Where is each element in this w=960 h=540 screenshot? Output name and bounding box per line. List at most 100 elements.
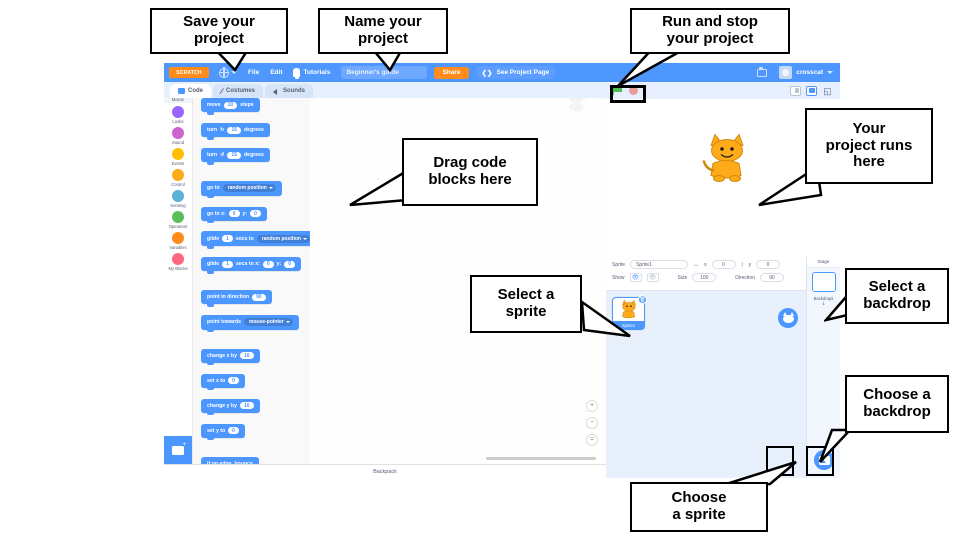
delete-sprite-icon[interactable]: 🗑	[638, 295, 647, 304]
block-number-input[interactable]: 0	[228, 210, 240, 217]
palette-block[interactable]: turn ↻ 15 degrees	[201, 123, 270, 140]
code-workspace-canvas[interactable]: + − =	[310, 79, 606, 464]
show-sprite-button[interactable]: 👁	[629, 273, 642, 282]
cat-face-icon	[782, 312, 794, 323]
block-number-input[interactable]: 0	[250, 210, 261, 217]
callout-your-project-runs-here: Your project runs here	[805, 108, 933, 184]
block-number-input[interactable]: 15	[227, 126, 242, 134]
category-my-blocks[interactable]: My Blocks	[168, 253, 188, 271]
callout-choose-a-sprite: Choose a sprite	[630, 482, 768, 532]
palette-block[interactable]: set y to 0	[201, 423, 245, 440]
category-control[interactable]: Control	[171, 169, 185, 187]
rotate-icon[interactable]: ↺	[220, 152, 224, 158]
block-dropdown[interactable]: mouse-pointer	[244, 318, 293, 326]
palette-block[interactable]: glide 1 secs to random position	[201, 231, 316, 249]
block-dropdown[interactable]: random position	[256, 234, 310, 243]
tab-code[interactable]: Code	[170, 84, 211, 98]
see-project-page-button[interactable]: ❮❯ See Project Page	[475, 66, 556, 79]
category-dot-icon	[172, 253, 184, 265]
zoom-out-button[interactable]: −	[586, 417, 598, 429]
block-dropdown[interactable]: random position	[222, 184, 276, 192]
category-looks[interactable]: Looks	[172, 106, 184, 124]
workspace-horizontal-scrollbar[interactable]	[486, 456, 596, 460]
sprite-name-input[interactable]: Sprite1	[630, 260, 689, 269]
callout-run-and-stop: Run and stop your project	[630, 8, 790, 54]
large-stage-icon[interactable]	[806, 85, 817, 96]
block-label: secs to x:	[235, 261, 260, 267]
block-label: y:	[242, 210, 248, 217]
workspace-zoom-controls[interactable]: + − =	[586, 400, 598, 446]
category-label: Control	[171, 181, 185, 187]
category-label: Variables	[169, 244, 187, 250]
x-label: x	[704, 261, 707, 268]
callout-tail-choose-backdrop	[818, 428, 853, 463]
x-position-icon: ↔	[693, 261, 700, 268]
fullscreen-icon[interactable]: ◱	[822, 86, 833, 96]
palette-block[interactable]: set x to 0	[201, 373, 245, 390]
category-operators[interactable]: Operators	[169, 211, 187, 229]
category-dot-icon	[172, 211, 184, 223]
backpack-bar[interactable]: Backpack	[164, 464, 606, 478]
palette-block[interactable]: change y by 10	[201, 398, 260, 415]
callout-text: Save your project	[183, 13, 255, 47]
palette-block[interactable]: glide 1 secs to x: 0 y: 0	[201, 257, 302, 274]
category-sound[interactable]: Sound	[172, 127, 184, 145]
block-label: steps	[240, 102, 254, 108]
sprite-pane: Sprite Sprite1 ↔ x 0 ↕ y 0 Show 👁 👁 Size…	[606, 256, 806, 478]
block-number-input[interactable]: 0	[228, 377, 239, 384]
sprite-x-input[interactable]: 0	[711, 260, 736, 269]
palette-block[interactable]: go to random position	[201, 180, 282, 198]
block-number-input[interactable]: 10	[239, 402, 254, 409]
stage-sprite-cat[interactable]	[702, 128, 752, 184]
block-number-input[interactable]: 0	[262, 260, 274, 268]
choose-a-sprite-button[interactable]	[778, 308, 798, 328]
palette-block[interactable]: change x by 10	[201, 348, 260, 365]
category-label: Sensing	[170, 202, 186, 208]
account-chevron-down-icon	[827, 71, 833, 74]
category-label: Events	[171, 160, 185, 166]
sprite-list[interactable]: Sprite1 🗑	[606, 291, 806, 336]
editor-tabs: Code Costumes Sounds	[164, 82, 606, 98]
sprite-info-panel: Sprite Sprite1 ↔ x 0 ↕ y 0 Show 👁 👁 Size…	[606, 256, 806, 291]
block-category-list[interactable]: Motion Looks Sound Events Control Sensing Oper…	[164, 79, 192, 478]
zoom-reset-button[interactable]: =	[586, 434, 598, 446]
palette-block[interactable]: move 10 steps	[201, 98, 260, 115]
block-label: secs to	[235, 235, 254, 242]
block-number-input[interactable]: 1	[222, 260, 233, 268]
rotate-icon[interactable]: ↻	[220, 127, 224, 133]
category-variables[interactable]: Variables	[169, 232, 187, 250]
sprite-size-input[interactable]: 100	[692, 273, 717, 282]
palette-block[interactable]: go to x: 0 y: 0	[201, 206, 267, 223]
callout-text: Name your project	[344, 13, 422, 47]
zoom-in-button[interactable]: +	[586, 400, 598, 412]
block-number-input[interactable]: 0	[284, 260, 296, 268]
callout-text: Select a sprite	[497, 286, 555, 320]
category-dot-icon	[172, 106, 184, 118]
block-number-input[interactable]: 10	[239, 352, 254, 359]
category-sensing[interactable]: Sensing	[170, 190, 186, 208]
palette-block[interactable]: turn ↺ 15 degrees	[201, 148, 270, 165]
category-dot-icon	[172, 169, 184, 181]
block-label: glide	[207, 261, 220, 267]
hide-sprite-button[interactable]: 👁	[646, 273, 659, 282]
callout-tail-select-sprite	[580, 300, 631, 338]
y-position-icon: ↕	[740, 261, 744, 268]
add-extension-button[interactable]	[164, 436, 192, 464]
sprite-direction-input[interactable]: 90	[759, 273, 784, 282]
block-number-input[interactable]: 10	[223, 101, 238, 109]
sprite-y-input[interactable]: 0	[756, 260, 781, 269]
block-number-input[interactable]: 1	[222, 235, 233, 242]
tab-sounds[interactable]: Sounds	[265, 84, 314, 98]
block-number-input[interactable]: 0	[228, 427, 239, 434]
block-label: point towards	[207, 319, 242, 325]
show-label: Show	[612, 274, 625, 281]
palette-block[interactable]: point in direction 90	[201, 290, 272, 307]
callout-text: Select a backdrop	[863, 278, 931, 312]
palette-block[interactable]: point towards mouse-pointer	[201, 314, 299, 332]
tab-costumes[interactable]: Costumes	[213, 84, 264, 98]
tab-code-label: Code	[188, 88, 203, 94]
block-number-input[interactable]: 90	[252, 293, 266, 301]
category-events[interactable]: Events	[171, 148, 185, 166]
callout-text: Your project runs here	[825, 119, 913, 171]
block-number-input[interactable]: 15	[227, 151, 242, 159]
